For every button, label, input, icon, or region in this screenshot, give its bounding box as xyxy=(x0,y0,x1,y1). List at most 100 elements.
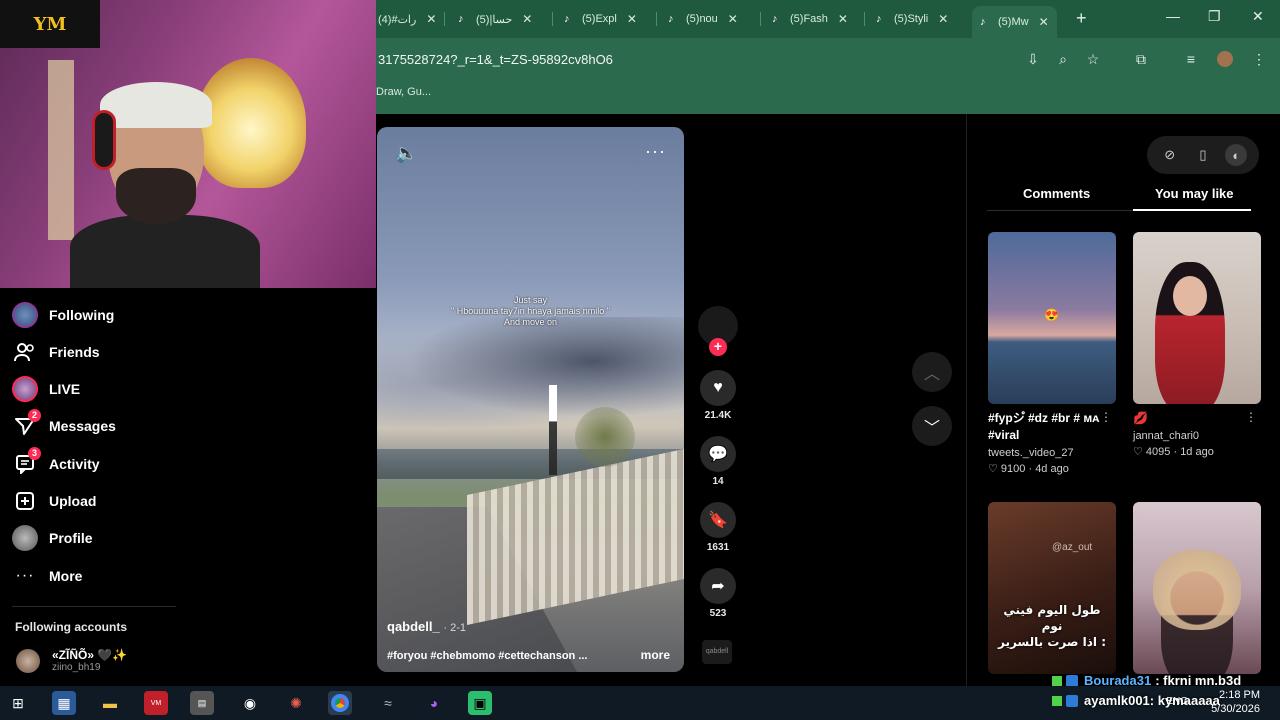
video-thumbnail[interactable]: 😍 xyxy=(988,232,1116,404)
following-avatar-icon xyxy=(12,302,38,328)
new-tab-button[interactable]: + xyxy=(1076,8,1087,29)
browser-tab[interactable]: ♪ حسا|(5) ✕ xyxy=(458,6,532,32)
sidebar-item-messages[interactable]: 2 Messages xyxy=(12,409,116,440)
tab-title: حسا|(5) xyxy=(476,13,513,26)
app-icon[interactable]: ▤ xyxy=(190,691,214,715)
sidebar-item-label: Following xyxy=(49,307,115,323)
video-thumbnail[interactable]: @az_out طول اليوم فيني نوم اذا صرت بالسر… xyxy=(988,502,1116,674)
card-username[interactable]: tweets._video_27 xyxy=(988,447,1116,459)
video-thumbnail[interactable] xyxy=(1133,502,1261,674)
file-explorer-icon[interactable]: ▬ xyxy=(98,691,122,715)
user-avatar-icon[interactable]: ◐ xyxy=(1225,144,1248,166)
windows-start-icon[interactable]: ⊞ xyxy=(6,691,30,715)
video-thumbnail[interactable] xyxy=(1133,232,1261,404)
app-icon[interactable]: ≈ xyxy=(376,691,400,715)
extensions-icon[interactable]: ⧉ xyxy=(1132,50,1150,68)
comment-icon[interactable]: 💬 xyxy=(700,436,736,472)
kick-icon xyxy=(1052,695,1062,706)
follow-plus-button[interactable]: + xyxy=(709,338,727,356)
browser-tab[interactable]: ♪ (5)Styli ✕ xyxy=(876,6,948,32)
video-hashtags[interactable]: #foryou #chebmomo #cettechanson ... xyxy=(387,650,588,662)
card-menu-icon[interactable]: ⋮ xyxy=(1245,410,1257,424)
overlay-line: Just say xyxy=(513,295,547,305)
close-window-icon[interactable]: ✕ xyxy=(1252,8,1264,25)
voicemeeter-icon[interactable]: VM xyxy=(144,691,168,715)
address-bar[interactable]: 3175528724?_r=1&_t=ZS-95892cv8hO6 xyxy=(376,44,1016,74)
music-disc-icon[interactable]: qabdell xyxy=(702,640,732,664)
video-feed: Just say " Hbouuuna tay7in hnaya jamais … xyxy=(376,114,966,686)
close-icon[interactable]: ✕ xyxy=(728,12,738,26)
more-options-icon[interactable]: ··· xyxy=(645,141,666,162)
recommended-video-card[interactable]: @az_out طول اليوم فيني نوم اذا صرت بالسر… xyxy=(988,502,1116,674)
close-icon[interactable]: ✕ xyxy=(838,12,848,26)
system-clock[interactable]: 2:18 PM 5/30/2026 xyxy=(1211,688,1260,716)
obs-icon[interactable]: ◉ xyxy=(238,691,262,715)
bookmark-item[interactable]: Draw, Gu... xyxy=(376,86,431,98)
video-tree xyxy=(575,407,635,467)
wall-lamp xyxy=(196,58,306,188)
language-indicator[interactable]: ENG xyxy=(1166,696,1188,707)
compass-icon[interactable]: ⊘ xyxy=(1159,144,1181,166)
sidebar-item-live[interactable]: LIVE xyxy=(12,375,80,403)
following-account-item[interactable]: «ZĨÑÕ» 🖤✨ ziino_bh19 xyxy=(16,648,127,673)
recommended-video-card[interactable]: 😍 #fypシ゚ #dz #br # ᴍᴀ #viral tweets._vid… xyxy=(988,232,1116,475)
browser-tab[interactable]: ♪ (5)nou ✕ xyxy=(668,6,738,32)
video-player[interactable]: Just say " Hbouuuna tay7in hnaya jamais … xyxy=(377,127,684,672)
overlay-line: " Hbouuuna tay7in hnaya jamais nmilo " xyxy=(451,306,610,316)
phone-icon[interactable]: ▯ xyxy=(1192,144,1214,166)
save-action[interactable]: 🔖 1631 xyxy=(698,502,738,553)
card-menu-icon[interactable]: ⋮ xyxy=(1100,410,1112,424)
browser-tab[interactable]: رات#(4) ✕ xyxy=(378,6,436,32)
video-author[interactable]: qabdell_ · 2-1 xyxy=(387,619,466,634)
like-action[interactable]: ♥ 21.4K xyxy=(698,370,738,421)
sidebar-item-activity[interactable]: 3 Activity xyxy=(12,447,100,478)
author-name[interactable]: qabdell_ xyxy=(387,619,440,634)
card-age: 1d ago xyxy=(1180,446,1214,458)
messages-badge: 2 xyxy=(28,409,41,422)
browser-menu-icon[interactable]: ⋮ xyxy=(1250,50,1268,68)
volume-icon[interactable]: 🔈 xyxy=(395,143,417,164)
sidebar-item-upload[interactable]: Upload xyxy=(12,487,96,515)
tab-comments[interactable]: Comments xyxy=(1023,186,1090,201)
restore-icon[interactable]: ❐ xyxy=(1208,8,1221,25)
tab-you-may-like[interactable]: You may like xyxy=(1155,186,1234,201)
app-icon[interactable]: ◕ xyxy=(422,691,446,715)
bookmark-icon[interactable]: 🔖 xyxy=(700,502,736,538)
close-icon[interactable]: ✕ xyxy=(426,12,436,26)
app-icon[interactable]: ▣ xyxy=(468,691,492,715)
heart-icon[interactable]: ♥ xyxy=(700,370,736,406)
store-icon[interactable]: ▦ xyxy=(52,691,76,715)
chevron-up-icon[interactable]: ︿ xyxy=(912,352,952,392)
sidebar-item-profile[interactable]: Profile xyxy=(12,524,93,552)
chrome-icon[interactable] xyxy=(328,691,352,715)
close-icon[interactable]: ✕ xyxy=(627,12,637,26)
recommended-video-card[interactable] xyxy=(1133,502,1261,674)
chevron-down-icon[interactable]: ﹀ xyxy=(912,406,952,446)
browser-tab[interactable]: ♪ (5)Fash ✕ xyxy=(772,6,848,32)
sidebar-item-more[interactable]: ··· More xyxy=(12,562,83,590)
profile-avatar-icon[interactable] xyxy=(1216,50,1234,68)
close-icon[interactable]: ✕ xyxy=(938,12,948,26)
app-icon[interactable]: ✺ xyxy=(284,691,308,715)
zoom-icon[interactable]: ⌕ xyxy=(1054,50,1072,68)
upload-icon xyxy=(12,488,38,514)
heart-outline-icon: ♡ xyxy=(1133,446,1146,458)
card-username[interactable]: jannat_chari0 xyxy=(1133,430,1261,442)
media-icon[interactable]: ≡ xyxy=(1182,50,1200,68)
more-caption-button[interactable]: more xyxy=(641,648,670,662)
close-icon[interactable]: ✕ xyxy=(522,12,532,26)
install-app-icon[interactable]: ⇩ xyxy=(1024,50,1042,68)
share-action[interactable]: ➦ 523 xyxy=(698,568,738,619)
comment-action[interactable]: 💬 14 xyxy=(698,436,738,487)
close-icon[interactable]: ✕ xyxy=(1039,15,1049,29)
recommended-video-card[interactable]: 💋 jannat_chari0 ♡ 4095 · 1d ago ⋮ xyxy=(1133,232,1261,458)
share-icon[interactable]: ➦ xyxy=(700,568,736,604)
minimize-icon[interactable]: — xyxy=(1166,8,1180,24)
star-icon[interactable]: ☆ xyxy=(1084,50,1102,68)
sidebar-item-friends[interactable]: Friends xyxy=(12,338,100,366)
sidebar-item-following[interactable]: Following xyxy=(12,301,114,329)
sidebar-divider xyxy=(12,606,176,607)
browser-tab-active[interactable]: ♪ (5)Mw ✕ xyxy=(972,6,1057,38)
webcam-overlay: YM xyxy=(0,0,376,288)
browser-tab[interactable]: ♪ (5)Expl ✕ xyxy=(564,6,637,32)
